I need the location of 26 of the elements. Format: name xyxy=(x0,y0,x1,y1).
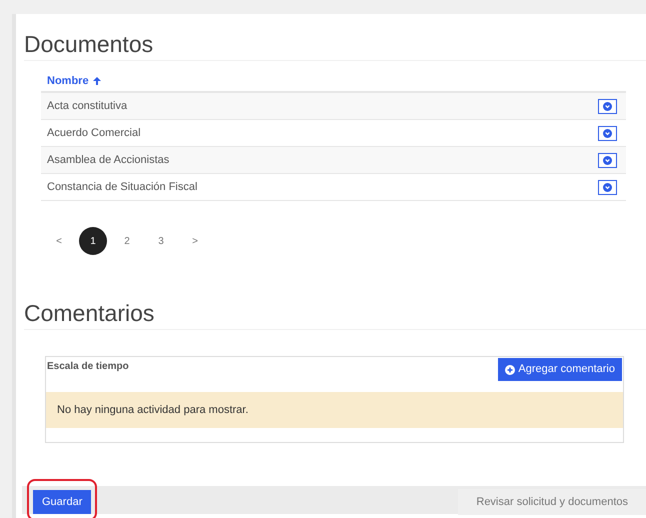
sort-column-header[interactable]: Nombre xyxy=(47,72,102,90)
add-comment-button[interactable]: Agregar comentario xyxy=(498,358,622,381)
expand-button[interactable] xyxy=(598,152,617,168)
page-button[interactable]: < xyxy=(45,227,73,255)
chevron-down-icon xyxy=(603,156,612,164)
section-title: Documentos xyxy=(24,30,154,58)
page-button[interactable]: 2 xyxy=(113,227,141,255)
chevron-down-icon xyxy=(603,102,612,110)
page-button[interactable]: 1 xyxy=(79,227,107,255)
empty-message: No hay ninguna actividad para mostrar. xyxy=(57,402,248,418)
chevron-down-icon xyxy=(603,182,612,192)
save-button[interactable]: Guardar xyxy=(33,490,92,514)
expand-button[interactable] xyxy=(598,180,617,194)
document-name: Acuerdo Comercial xyxy=(47,126,141,141)
page-button[interactable]: 3 xyxy=(147,227,175,255)
document-name: Constancia de Situación Fiscal xyxy=(47,180,198,195)
timeline-label: Escala de tiempo xyxy=(47,360,129,374)
document-name: Asamblea de Accionistas xyxy=(47,152,170,168)
review-button[interactable]: Revisar solicitud y documentos xyxy=(458,489,646,515)
document-name: Acta constitutiva xyxy=(47,98,128,114)
page-button[interactable]: > xyxy=(181,227,209,255)
plus-circle-icon xyxy=(505,364,516,374)
section-title: Comentarios xyxy=(24,299,154,327)
expand-button[interactable] xyxy=(598,126,617,140)
expand-button[interactable] xyxy=(598,98,617,114)
chevron-down-icon xyxy=(603,128,612,138)
